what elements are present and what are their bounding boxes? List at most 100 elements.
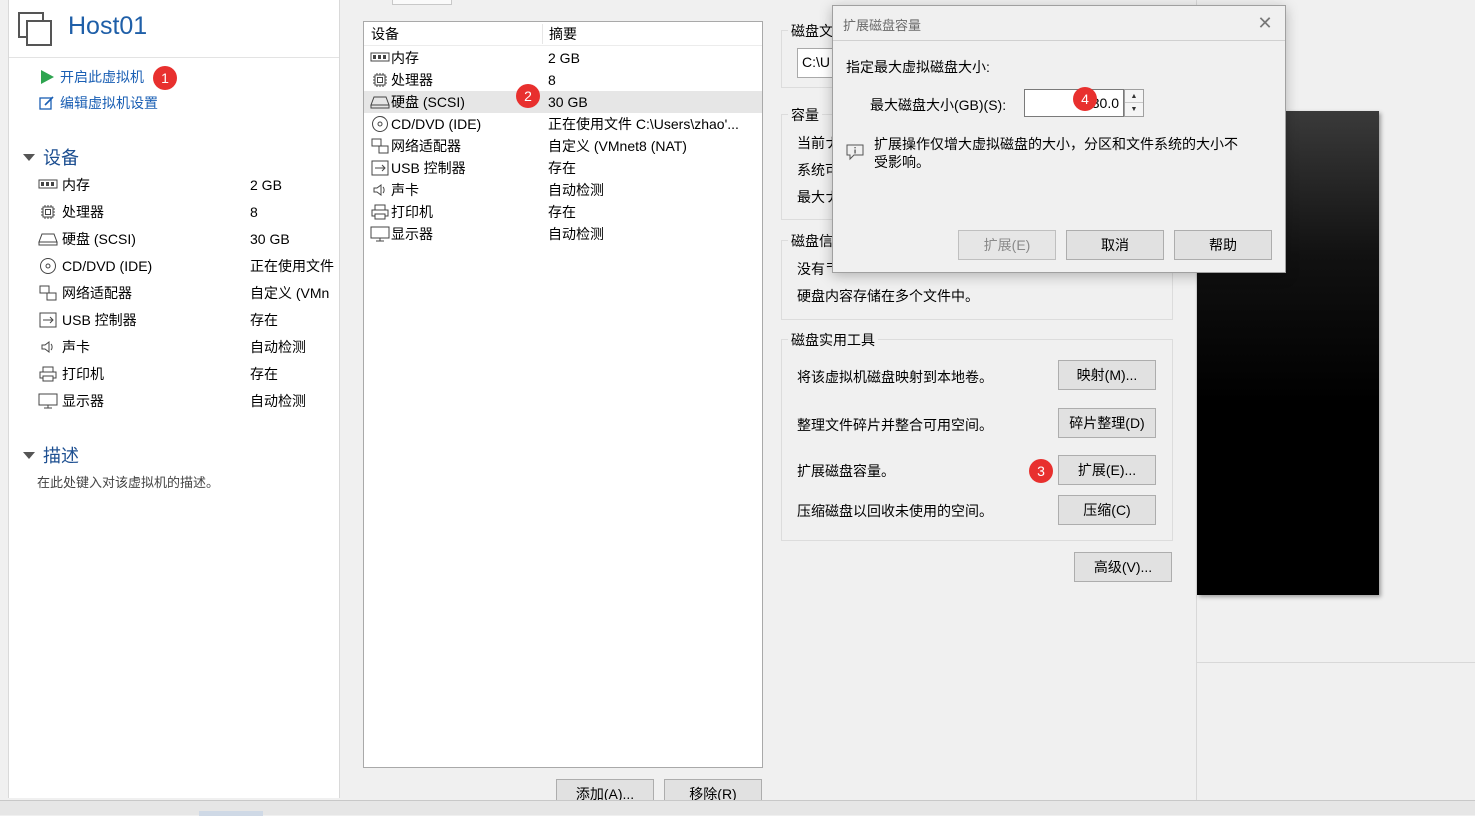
edit-settings-label: 编辑虚拟机设置 [60, 95, 158, 111]
device-list-row-usb[interactable]: USB 控制器 存在 [364, 157, 762, 179]
device-value: 2 GB [250, 177, 282, 193]
dialog-title: 扩展磁盘容量 [843, 18, 922, 33]
device-name: 处理器 [62, 204, 104, 220]
edit-vm-settings-link[interactable]: 编辑虚拟机设置 [39, 92, 158, 114]
device-summary: 自定义 (VMnet8 (NAT) [548, 138, 687, 154]
max-size-spinner[interactable]: ▲ ▼ [1124, 89, 1144, 117]
dialog-cancel-button[interactable]: 取消 [1066, 230, 1164, 260]
network-adapter-icon [369, 137, 391, 155]
device-row-printer[interactable]: 打印机 存在 [37, 362, 339, 386]
display-icon [369, 225, 391, 243]
power-on-vm-link[interactable]: 开启此虚拟机 [39, 66, 144, 88]
device-name: 声卡 [62, 339, 90, 355]
description-heading: 描述 [43, 446, 79, 466]
info-text-line-2: 受影响。 [874, 154, 930, 170]
processor-icon [37, 203, 59, 221]
spin-down-icon[interactable]: ▼ [1125, 103, 1143, 116]
device-list-row-sound-card[interactable]: 声卡 自动检测 [364, 179, 762, 201]
play-icon [41, 70, 54, 84]
device-list-row-memory[interactable]: 内存 2 GB [364, 47, 762, 69]
device-name: 内存 [391, 50, 419, 66]
compact-button[interactable]: 压缩(C) [1058, 495, 1156, 525]
device-list-row-cd-dvd[interactable]: CD/DVD (IDE) 正在使用文件 C:\Users\zhao'... [364, 113, 762, 135]
collapse-triangle-icon [23, 451, 35, 459]
panel-divider-horizontal [1197, 662, 1475, 663]
device-list-row-hard-disk[interactable]: 硬盘 (SCSI) 30 GB [364, 91, 762, 113]
memory-icon [37, 176, 59, 194]
device-summary: 正在使用文件 C:\Users\zhao'... [548, 116, 739, 132]
cd-dvd-icon [369, 115, 391, 133]
expand-disk-dialog: 扩展磁盘容量 ✕ 指定最大虚拟磁盘大小: 最大磁盘大小(GB)(S): 30.0… [832, 5, 1286, 273]
step-badge-3: 3 [1029, 459, 1053, 483]
column-device[interactable]: 设备 [364, 24, 542, 44]
device-value: 自定义 (VMn [250, 285, 330, 301]
device-value: 8 [250, 204, 258, 220]
close-icon[interactable]: ✕ [1253, 12, 1277, 34]
device-list-row-display[interactable]: 显示器 自动检测 [364, 223, 762, 245]
dialog-help-button[interactable]: 帮助 [1174, 230, 1272, 260]
status-strip [0, 800, 1475, 816]
device-list-row-network-adapter[interactable]: 网络适配器 自定义 (VMnet8 (NAT) [364, 135, 762, 157]
device-summary: 存在 [548, 160, 576, 176]
device-name: CD/DVD (IDE) [62, 258, 153, 274]
device-list-header: 设备 摘要 [364, 22, 762, 46]
device-row-usb[interactable]: USB 控制器 存在 [37, 308, 339, 332]
hard-disk-icon [37, 230, 59, 248]
max-size-label: 最大磁盘大小(GB)(S): [870, 97, 1007, 113]
devices-heading: 设备 [43, 148, 79, 168]
device-summary: 自动检测 [548, 226, 604, 242]
device-summary: 8 [548, 72, 556, 88]
map-button[interactable]: 映射(M)... [1058, 360, 1156, 390]
device-summary: 自动检测 [548, 182, 604, 198]
device-list: 设备 摘要 内存 2 GB 处理器 8 硬盘 (SCSI) 30 GB CD/D… [363, 21, 763, 768]
step-badge-4: 4 [1073, 87, 1097, 111]
dialog-instruction: 指定最大虚拟磁盘大小: [846, 59, 990, 75]
device-row-hard-disk[interactable]: 硬盘 (SCSI) 30 GB [37, 227, 339, 251]
device-row-memory[interactable]: 内存 2 GB [37, 173, 339, 197]
capacity-title: 容量 [788, 105, 822, 125]
device-value: 30 GB [250, 231, 290, 247]
device-name: 硬盘 (SCSI) [62, 231, 136, 247]
device-summary: 2 GB [548, 50, 580, 66]
network-adapter-icon [37, 284, 59, 302]
disk-utilities-group: 磁盘实用工具 将该虚拟机磁盘映射到本地卷。 映射(M)... 整理文件碎片并整合… [781, 330, 1173, 541]
device-row-display[interactable]: 显示器 自动检测 [37, 389, 339, 413]
device-name: USB 控制器 [391, 160, 466, 176]
step-badge-1: 1 [153, 66, 177, 90]
disk-utilities-title: 磁盘实用工具 [788, 330, 878, 350]
scroll-thumb[interactable] [199, 811, 263, 816]
column-summary[interactable]: 摘要 [542, 23, 577, 44]
device-summary: 存在 [548, 204, 576, 220]
device-row-sound-card[interactable]: 声卡 自动检测 [37, 335, 339, 359]
device-list-row-printer[interactable]: 打印机 存在 [364, 201, 762, 223]
sound-card-icon [369, 181, 391, 199]
expand-description: 扩展磁盘容量。 [797, 463, 895, 479]
printer-icon [369, 203, 391, 221]
spin-up-icon[interactable]: ▲ [1125, 90, 1143, 103]
device-row-processor[interactable]: 处理器 8 [37, 200, 339, 224]
advanced-button[interactable]: 高级(V)... [1074, 552, 1172, 582]
map-description: 将该虚拟机磁盘映射到本地卷。 [797, 369, 993, 385]
device-value: 自动检测 [250, 339, 306, 355]
device-name: 显示器 [391, 226, 433, 242]
virtual-machine-icon [18, 12, 52, 46]
usb-icon [369, 159, 391, 177]
defragment-button[interactable]: 碎片整理(D) [1058, 408, 1156, 438]
devices-section-toggle[interactable]: 设备 [23, 145, 79, 169]
device-name: 显示器 [62, 393, 104, 409]
device-row-network-adapter[interactable]: 网络适配器 自定义 (VMn [37, 281, 339, 305]
device-list-row-processor[interactable]: 处理器 8 [364, 69, 762, 91]
info-icon [846, 144, 864, 161]
printer-icon [37, 365, 59, 383]
device-name: USB 控制器 [62, 312, 137, 328]
description-field[interactable]: 在此处键入对该虚拟机的描述。 [37, 472, 219, 491]
device-row-cd-dvd[interactable]: CD/DVD (IDE) 正在使用文件 [37, 254, 339, 278]
sound-card-icon [37, 338, 59, 356]
description-section-toggle[interactable]: 描述 [23, 443, 79, 467]
device-name: 打印机 [62, 366, 104, 382]
memory-icon [369, 49, 391, 67]
step-badge-2: 2 [516, 84, 540, 108]
defragment-description: 整理文件碎片并整合可用空间。 [797, 417, 993, 433]
expand-button[interactable]: 扩展(E)... [1058, 455, 1156, 485]
dialog-expand-button[interactable]: 扩展(E) [958, 230, 1056, 260]
